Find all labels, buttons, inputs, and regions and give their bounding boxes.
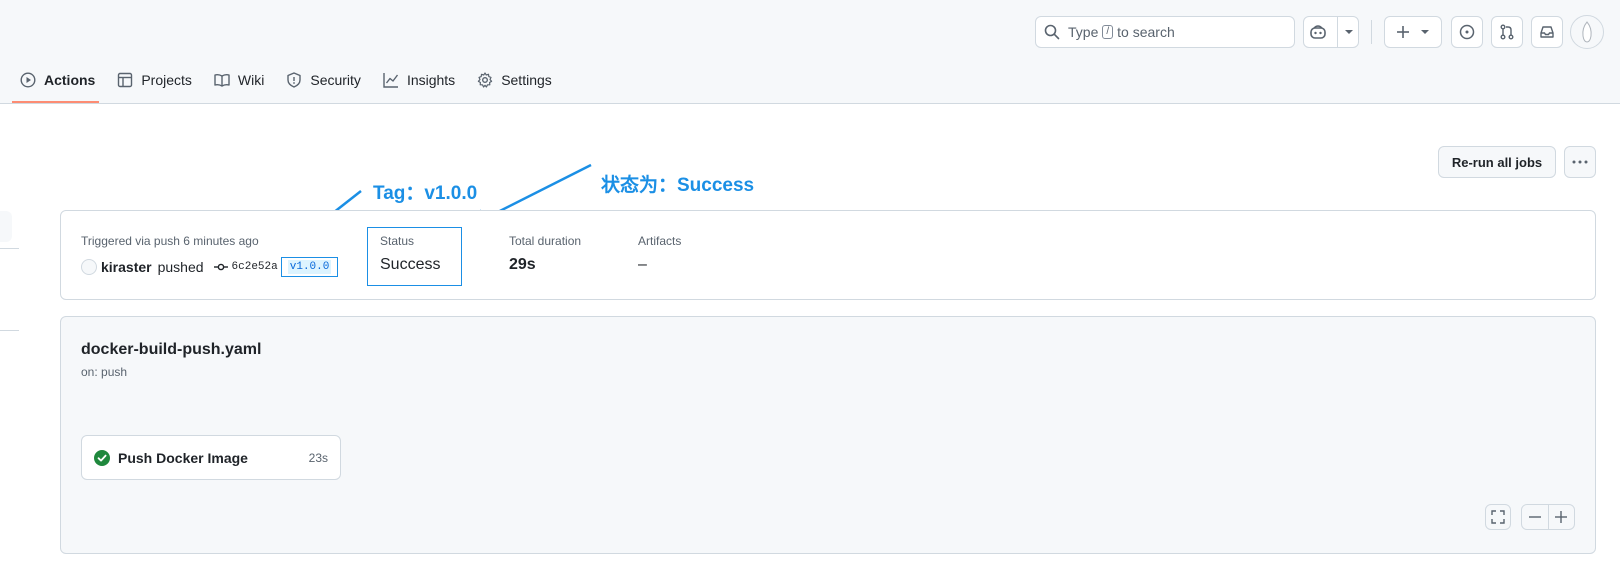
push-action-text: pushed	[157, 259, 204, 275]
trigger-details: kiraster pushed 6c2e52a v1.0.0	[81, 257, 339, 277]
job-name: Push Docker Image	[118, 449, 248, 466]
git-commit-icon	[213, 263, 228, 271]
zoom-out-button[interactable]	[1522, 516, 1548, 518]
actor-avatar	[81, 259, 97, 275]
fullscreen-button[interactable]	[1485, 504, 1511, 530]
job-duration: 23s	[308, 450, 328, 465]
artifacts-value: –	[638, 256, 647, 273]
tag-badge[interactable]: v1.0.0	[280, 257, 339, 277]
duration-label: Total duration	[509, 234, 582, 248]
workflow-graph: docker-build-push.yaml on: push Push Doc…	[60, 316, 1596, 554]
zoom-controls	[1521, 504, 1575, 530]
plus-icon	[1555, 511, 1568, 523]
workflow-name: docker-build-push.yaml	[81, 341, 262, 358]
tag-label: v1.0.0	[287, 260, 332, 274]
job-card[interactable]: Push Docker Image 23s	[81, 435, 341, 480]
workflow-trigger: on: push	[81, 365, 128, 379]
artifacts-label: Artifacts	[638, 234, 682, 248]
dash-icon	[1528, 516, 1541, 518]
check-circle-icon	[94, 449, 110, 466]
status-label: Status	[380, 234, 415, 248]
actor-link[interactable]: kiraster	[101, 259, 152, 275]
duration-value: 29s	[509, 256, 536, 273]
screen-full-icon	[1491, 510, 1505, 524]
commit-sha-link[interactable]: 6c2e52a	[232, 261, 278, 273]
zoom-in-button[interactable]	[1549, 511, 1575, 523]
status-value: Success	[380, 256, 441, 273]
run-summary-card: Triggered via push 6 minutes ago kiraste…	[60, 210, 1596, 300]
trigger-text: Triggered via push 6 minutes ago	[81, 234, 259, 248]
